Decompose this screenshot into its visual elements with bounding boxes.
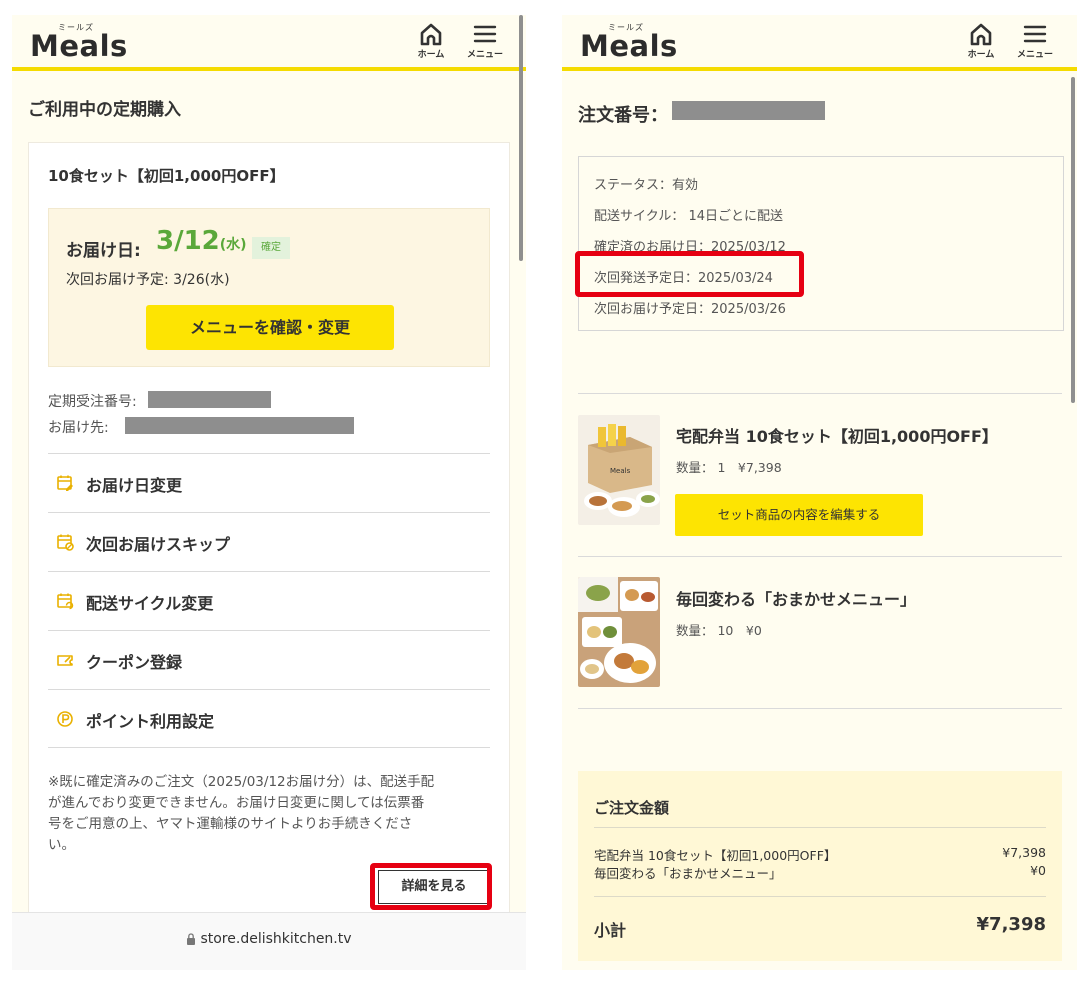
divider — [594, 827, 1046, 828]
next-delivery: 次回お届け予定: 3/26(水) — [66, 272, 230, 288]
calendar-cycle-icon — [57, 593, 74, 610]
line-item-amount: ¥7,398 — [1002, 845, 1046, 860]
order-number-redacted — [148, 391, 271, 408]
status-row: 配送サイクル： 14日ごとに配送 — [594, 209, 784, 224]
hamburger-icon — [473, 25, 497, 43]
divider — [594, 896, 1046, 897]
action-list: お届け日変更 次回お届けスキップ 配送サイクル変更 クーポン登録 ポイント利用設… — [48, 453, 490, 748]
notice-line: い。 — [48, 837, 75, 853]
coupon-icon — [57, 655, 73, 666]
meals-logo[interactable]: Meals — [30, 29, 128, 63]
total-line-item: 宅配弁当 10食セット【初回1,000円OFF】 ¥7,398 — [594, 845, 1046, 864]
highlight-annotation — [370, 863, 492, 910]
action-label: 配送サイクル変更 — [86, 594, 214, 613]
line-item-label: 宅配弁当 10食セット【初回1,000円OFF】 — [594, 848, 837, 863]
notice-line: が進んでおり変更できません。お届け日変更に関しては伝票番 — [48, 795, 425, 811]
scrollbar[interactable] — [1071, 77, 1075, 403]
notice-line: 号をご用意の上、ヤマト運輸様のサイトよりお手続きくださ — [48, 816, 413, 832]
order-number-label: 定期受注番号: — [48, 394, 137, 410]
svg-text:Meals: Meals — [610, 467, 631, 475]
home-label: ホーム — [417, 50, 445, 60]
menu-label: メニュー — [1016, 50, 1053, 60]
home-button[interactable]: ホーム — [408, 21, 454, 67]
hamburger-icon — [1023, 25, 1047, 43]
order-number-title: 注文番号： — [578, 105, 668, 126]
meal-plates-photo — [578, 577, 660, 687]
subtotal-label: 小計 — [594, 921, 627, 940]
menu-button[interactable]: メニュー — [1012, 21, 1058, 67]
order-total-box: ご注文金額 宅配弁当 10食セット【初回1,000円OFF】 ¥7,398 毎回… — [578, 771, 1062, 961]
lock-icon — [187, 933, 196, 945]
action-skip-next-delivery[interactable]: 次回お届けスキップ — [48, 512, 490, 571]
notice-text: ※既に確定済みのご注文（2025/03/12お届け分）は、配送手配 が進んでおり… — [48, 772, 494, 856]
delivery-label: お届け日: — [66, 241, 141, 261]
divider — [578, 556, 1062, 557]
action-point-settings[interactable]: ポイント利用設定 — [48, 689, 490, 748]
action-change-delivery-cycle[interactable]: 配送サイクル変更 — [48, 571, 490, 630]
line-item-amount: ¥0 — [1030, 863, 1046, 878]
action-label: クーポン登録 — [86, 653, 183, 672]
destination-redacted — [125, 417, 354, 434]
product-name: 宅配弁当 10食セット【初回1,000円OFF】 — [676, 427, 998, 446]
notice-line: ※既に確定済みのご注文（2025/03/12お届け分）は、配送手配 — [48, 774, 435, 790]
home-icon — [970, 23, 992, 46]
delivery-day-of-week: (水) — [219, 237, 247, 253]
confirmed-badge: 確定 — [252, 237, 290, 259]
product-quantity: 数量： 10 ¥0 — [676, 623, 762, 638]
browser-url-bar[interactable]: store.delishkitchen.tv — [12, 912, 526, 970]
line-item-label: 毎回変わる「おまかせメニュー」 — [594, 866, 782, 881]
status-row: 次回お届け予定日：2025/03/26 — [594, 302, 786, 317]
url-text: store.delishkitchen.tv — [200, 931, 352, 947]
bento-box-photo: Meals — [578, 415, 660, 525]
status-row: ステータス：有効 — [594, 178, 699, 193]
order-number-redacted — [672, 101, 825, 120]
action-label: 次回お届けスキップ — [86, 535, 231, 554]
product-image-omakase — [578, 577, 660, 687]
scrollbar[interactable] — [519, 15, 523, 261]
action-change-delivery-date[interactable]: お届け日変更 — [48, 453, 490, 512]
order-detail-screen: ミールズ Meals ホーム メニュー 注文番号： ステータス：有効 配送サイク… — [562, 15, 1077, 970]
menu-label: メニュー — [466, 50, 503, 60]
destination-label: お届け先: — [48, 420, 109, 436]
home-button[interactable]: ホーム — [958, 21, 1004, 67]
divider — [578, 393, 1062, 394]
delivery-date-value: 3/12 — [156, 226, 220, 256]
action-label: お届け日変更 — [86, 476, 183, 495]
home-icon — [420, 23, 442, 46]
highlight-annotation — [575, 251, 804, 297]
page-title: ご利用中の定期購入 — [28, 100, 181, 120]
calendar-edit-icon — [57, 475, 73, 491]
subtotal-amount: ¥7,398 — [976, 914, 1046, 935]
product-quantity: 数量： 1 ¥7,398 — [676, 460, 782, 475]
action-label: ポイント利用設定 — [86, 712, 215, 731]
app-header: ミールズ Meals ホーム メニュー — [562, 15, 1077, 71]
divider — [578, 708, 1062, 709]
menu-change-button[interactable]: メニューを確認・変更 — [146, 305, 394, 350]
home-label: ホーム — [967, 50, 995, 60]
product-name: 毎回変わる「おまかせメニュー」 — [676, 590, 917, 609]
meals-logo[interactable]: Meals — [580, 29, 678, 63]
edit-set-contents-button[interactable]: セット商品の内容を編集する — [675, 494, 923, 536]
action-register-coupon[interactable]: クーポン登録 — [48, 630, 490, 689]
product-image-bento-set: Meals — [578, 415, 660, 525]
order-total-title: ご注文金額 — [594, 799, 670, 817]
menu-button[interactable]: メニュー — [462, 21, 508, 67]
delivery-date: 3/12(水) — [156, 226, 247, 256]
subscription-screen: ミールズ Meals ホーム メニュー ご利用中の定期購入 10食セット【初回1… — [12, 15, 526, 970]
calendar-skip-icon — [57, 534, 74, 551]
app-header: ミールズ Meals ホーム メニュー — [12, 15, 526, 71]
point-icon — [57, 711, 73, 727]
total-line-item: 毎回変わる「おまかせメニュー」 ¥0 — [594, 863, 1046, 882]
plan-name: 10食セット【初回1,000円OFF】 — [48, 167, 285, 185]
